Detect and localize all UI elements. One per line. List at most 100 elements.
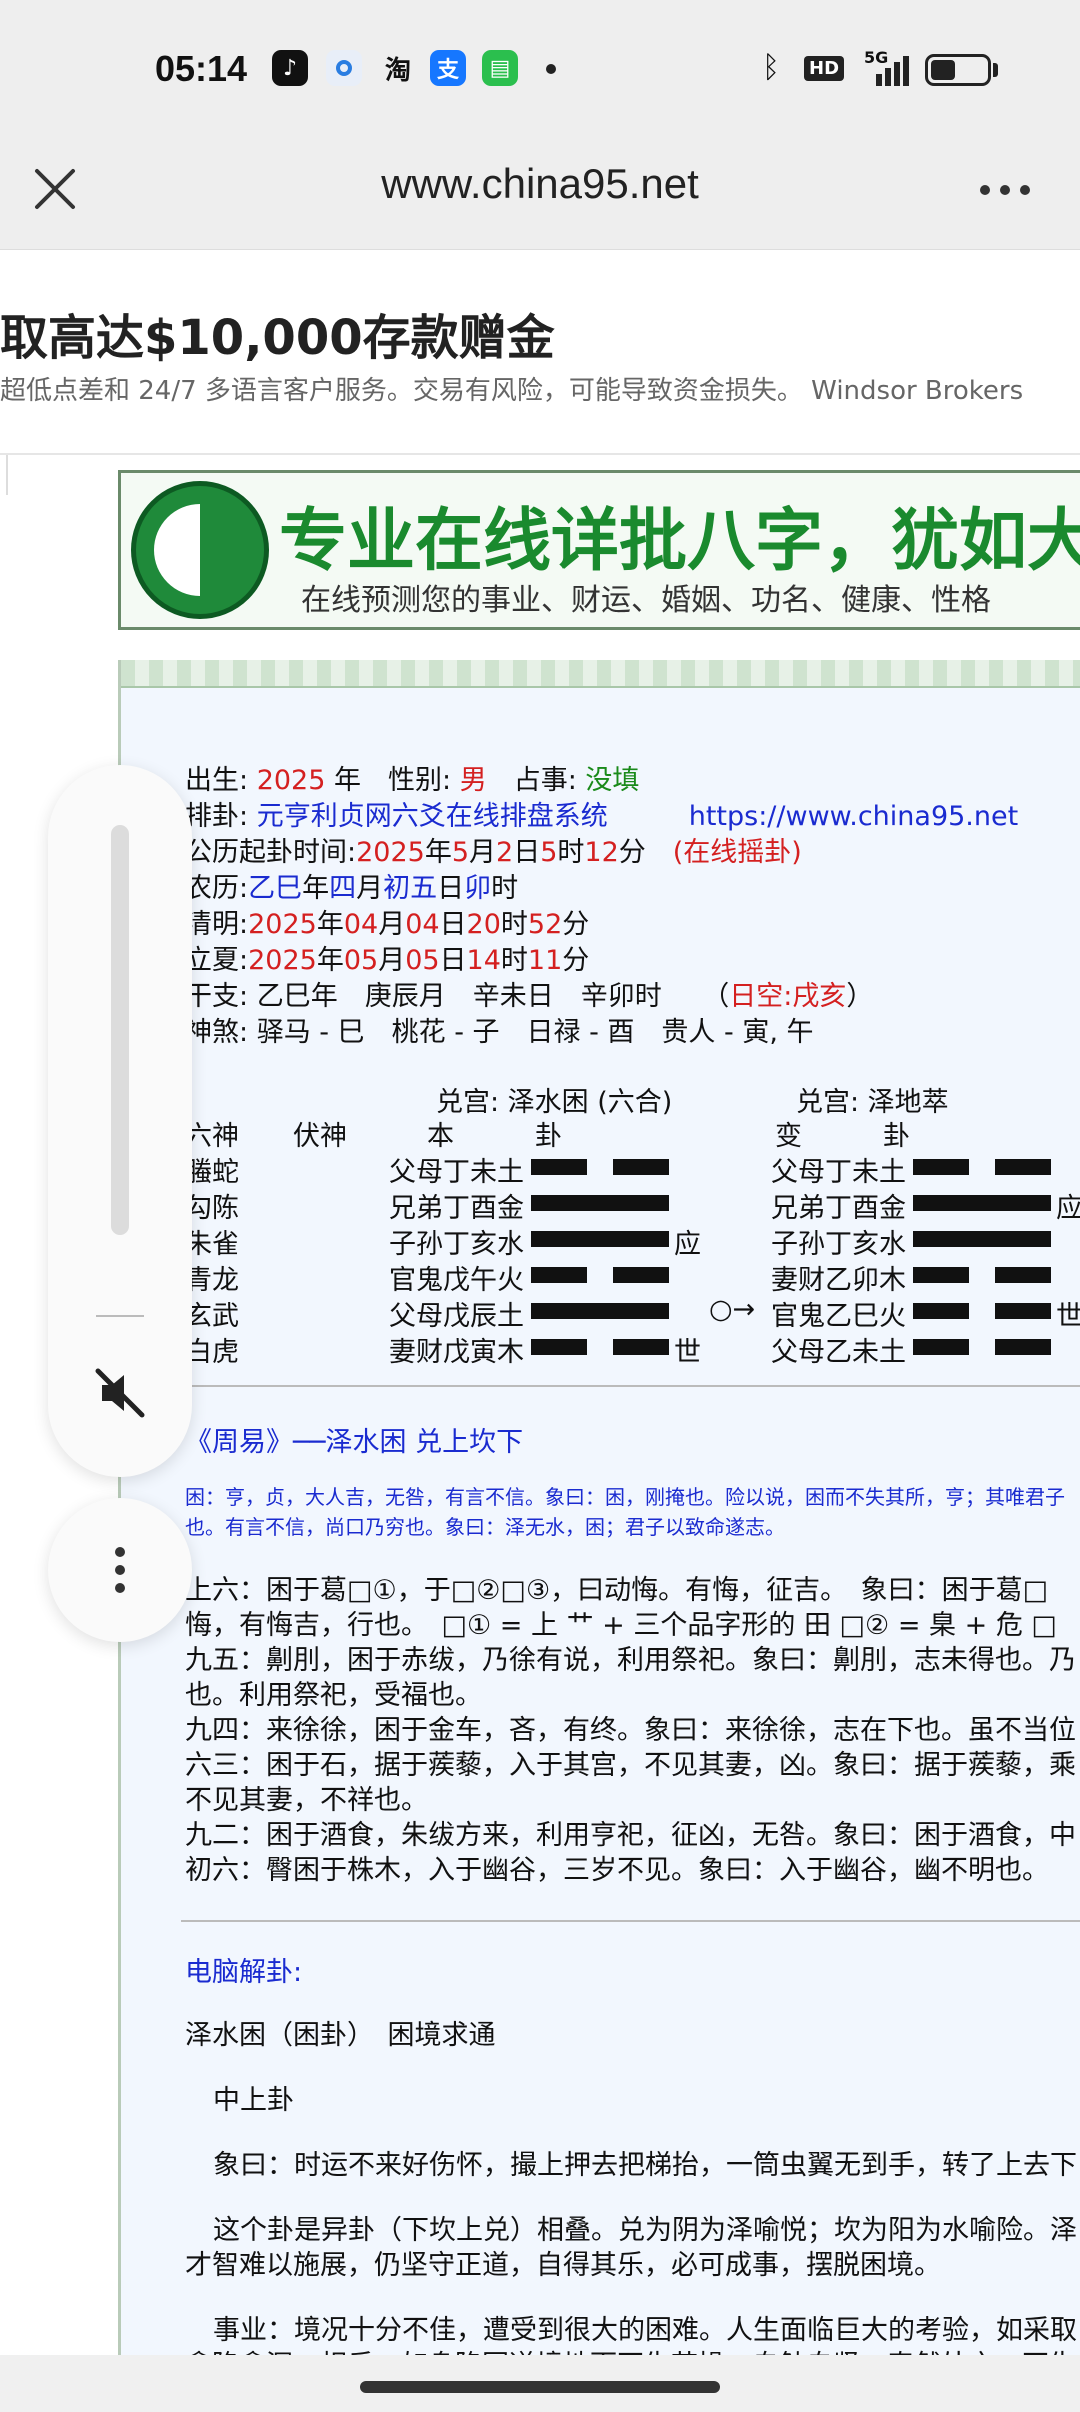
- browser-header: www.china95.net: [0, 140, 1080, 250]
- zhouyi-line: 上六：困于葛□①，于□②□③，曰动悔。有悔，征吉。 象曰：困于葛□: [185, 1575, 1049, 1606]
- bian-yao-line: [913, 1258, 1051, 1289]
- liushen-cell: 勾陈: [185, 1193, 239, 1224]
- bian-yao-cell: 父母乙未土: [771, 1337, 906, 1368]
- status-time: 05:14: [155, 48, 248, 89]
- zhouyi-summary-1: 困：亨，贞，大人吉，无咎，有言不信。象曰：困，刚掩也。险以说，困而不失其所，亨；…: [185, 1485, 1065, 1509]
- zhouyi-line: 九二：困于酒食，朱绂方来，利用亨祀，征凶，无咎。象曰：困于酒食，中: [185, 1820, 1076, 1851]
- liushen-cell: 玄武: [185, 1301, 239, 1332]
- yang-line: [913, 1230, 1051, 1247]
- gua-para2-line1: 事业：境况十分不佳，遭受到很大的困难。人生面临巨大的考验，如采取: [213, 2315, 1077, 2346]
- banner-subtitle: 在线预测您的事业、财运、婚姻、功名、健康、性格: [301, 583, 991, 618]
- header-liushen: 六神: [185, 1121, 239, 1152]
- ben-yao-line: [531, 1258, 669, 1289]
- notification-dot-icon: [546, 64, 556, 74]
- zhouyi-line: 九四：来徐徐，困于金车，吝，有终。象曰：来徐徐，志在下也。虽不当位: [185, 1715, 1076, 1746]
- alipay-icon: 支: [430, 50, 466, 86]
- zhouyi-line: 不见其妻，不祥也。: [185, 1785, 428, 1816]
- taiji-logo-icon: [131, 481, 269, 619]
- liushen-cell: 青龙: [185, 1265, 239, 1296]
- bian-yao-line: [913, 1150, 1051, 1181]
- bluetooth-icon: ᛒ: [762, 50, 780, 85]
- yin-line-left: [913, 1302, 969, 1319]
- more-options-button[interactable]: [970, 160, 1040, 220]
- decorative-border: [121, 660, 1080, 688]
- status-bar: 05:14 ♪ 淘 支 ▤ ᛒ HD 5G: [0, 0, 1080, 140]
- lunar-line: 农历:乙巳年四月初五日卯时: [185, 873, 519, 904]
- ben-yao-line: [531, 1294, 669, 1325]
- gua-para2-line2: 愈陷愈深。相反，如身陷困逆境地而不失节操，自勉自坚，泰然处之，不失: [185, 2343, 1076, 2355]
- header-bian: 变 卦: [775, 1121, 910, 1152]
- bian-yao-mark: 应: [1056, 1193, 1080, 1224]
- zhouyi-summary-2: 也。有言不信，尚口乃穷也。象曰：泽无水，困；君子以致命遂志。: [185, 1515, 785, 1539]
- ben-yao-cell: 兄弟丁酉金: [389, 1193, 524, 1224]
- gua-xiang: 象曰：时运不来好伤怀，撮上押去把梯抬，一筒虫翼无到手，转了上去下: [213, 2150, 1077, 2181]
- divider: [181, 1920, 1080, 1922]
- bian-yao-mark: 世: [1056, 1301, 1080, 1332]
- more-icon: [980, 185, 1030, 195]
- yin-line-right: [995, 1302, 1051, 1319]
- bian-yao-line: [913, 1186, 1051, 1217]
- lixia-line: 立夏:2025年05月05日14时11分: [185, 945, 590, 976]
- battery-icon: [925, 54, 991, 86]
- ben-yao-cell: 父母戊辰土: [389, 1301, 524, 1332]
- yin-line-left: [531, 1158, 587, 1175]
- site-banner[interactable]: 专业在线详批八字，犹如大 在线预测您的事业、财运、婚姻、功名、健康、性格: [118, 470, 1080, 630]
- yin-line-right: [613, 1338, 669, 1355]
- bian-yao-line: [913, 1330, 1051, 1361]
- ad-banner[interactable]: 取高达$10,000存款赠金 超低点差和 24/7 多语言客户服务。交易有风险，…: [0, 250, 1080, 455]
- site-url-link[interactable]: https://www.china95.net: [689, 801, 1019, 832]
- url-title[interactable]: www.china95.net: [0, 160, 1080, 208]
- gua-para1-line2: 才智难以施展，仍坚守正道，自得其乐，必可成事，摆脱困境。: [185, 2250, 941, 2281]
- liushen-cell: 朱雀: [185, 1229, 239, 1260]
- zhouyi-heading: 《周易》──泽水困 兑上坎下: [185, 1427, 524, 1458]
- yin-line-right: [995, 1338, 1051, 1355]
- volume-slider[interactable]: [111, 825, 129, 1235]
- yin-line-right: [995, 1266, 1051, 1283]
- yin-line-left: [531, 1338, 587, 1355]
- liushen-cell: 白虎: [185, 1337, 239, 1368]
- mute-button[interactable]: [90, 1363, 150, 1423]
- yin-line-left: [913, 1266, 969, 1283]
- floating-menu-button[interactable]: [48, 1498, 192, 1642]
- time-line: 公历起卦时间:2025年5月2日5时12分 (在线摇卦): [185, 837, 802, 868]
- browser-icon: [326, 50, 362, 86]
- ben-yao-line: [531, 1150, 669, 1181]
- ad-title[interactable]: 取高达$10,000存款赠金: [0, 298, 555, 368]
- liushen-cell: 螣蛇: [185, 1157, 239, 1188]
- header-fushen: 伏神: [293, 1121, 347, 1152]
- bian-yao-cell: 兄弟丁酉金: [771, 1193, 906, 1224]
- signal-icon: [862, 52, 910, 86]
- taobao-icon: 淘: [384, 55, 411, 86]
- floating-volume-panel: [48, 765, 192, 1477]
- bian-yao-line: [913, 1222, 1051, 1253]
- yang-line: [531, 1302, 669, 1319]
- shensha-line: 神煞: 驿马 - 巳 桃花 - 子 日禄 - 酉 贵人 - 寅, 午: [185, 1017, 814, 1048]
- ad-subtitle: 超低点差和 24/7 多语言客户服务。交易有风险，可能导致资金损失。 Winds…: [0, 376, 1024, 406]
- birth-line: 出生: 2025 年 性别: 男 占事: 没填: [185, 765, 640, 796]
- speaker-muted-icon: [95, 1368, 145, 1418]
- bian-yao-cell: 父母丁未土: [771, 1157, 906, 1188]
- ben-yao-line: [531, 1330, 669, 1361]
- yin-line-right: [613, 1158, 669, 1175]
- ben-yao-cell: 妻财戊寅木: [389, 1337, 524, 1368]
- yin-line-right: [995, 1158, 1051, 1175]
- banner-title: 专业在线详批八字，犹如大: [279, 501, 1080, 581]
- zhouyi-line: 九五：劓刖，困于赤绂，乃徐有说，利用祭祀。象曰：劓刖，志未得也。乃: [185, 1645, 1076, 1676]
- gua-grade: 中上卦: [213, 2085, 294, 2116]
- vertical-more-icon: [115, 1547, 125, 1593]
- bian-yao-cell: 官鬼乙巳火: [771, 1301, 906, 1332]
- zhouyi-line: 悔，有悔吉，行也。 □① = 上 艹 + 三个品字形的 田 □② = 臬 + 危…: [185, 1610, 1057, 1641]
- system-name-link[interactable]: 元亨利贞网六爻在线排盘系统: [257, 801, 608, 832]
- bian-yao-cell: 子孙丁亥水: [771, 1229, 906, 1260]
- divider: [181, 1385, 1080, 1387]
- battery-level: [931, 60, 955, 80]
- yang-line: [531, 1194, 669, 1211]
- yin-line-right: [613, 1266, 669, 1283]
- home-indicator[interactable]: [360, 2381, 720, 2393]
- hd-icon: HD: [804, 56, 845, 81]
- ben-yao-cell: 父母丁未土: [389, 1157, 524, 1188]
- screen: 05:14 ♪ 淘 支 ▤ ᛒ HD 5G www.china95.net 取高…: [0, 0, 1080, 2412]
- gua-name: 泽水困（困卦） 困境求通: [185, 2020, 496, 2051]
- qingming-line: 清明:2025年04月04日20时52分: [185, 909, 590, 940]
- battery-tip: [993, 63, 998, 77]
